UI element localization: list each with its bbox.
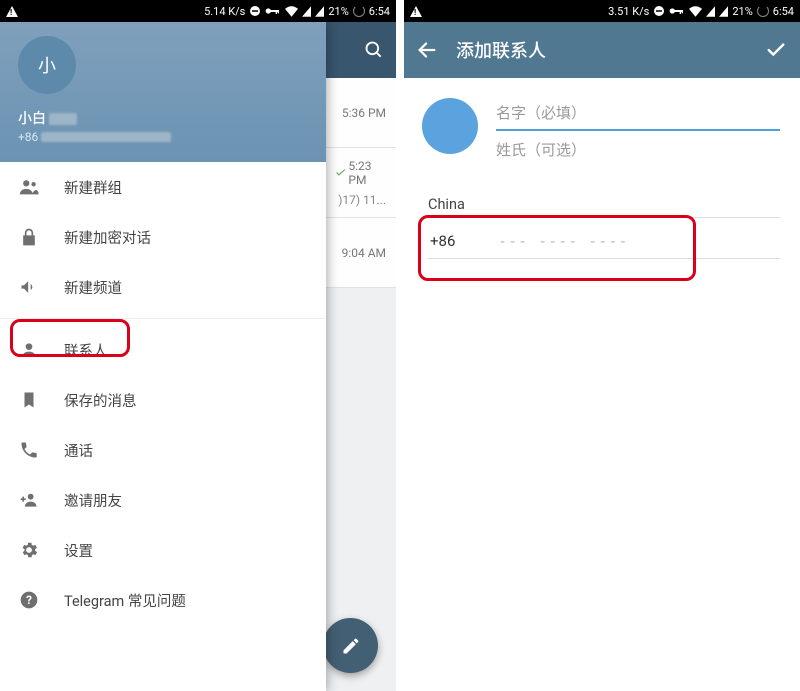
drawer-item-invite-friends[interactable]: 邀请朋友 xyxy=(0,475,326,525)
navigation-drawer: 小 小白 +86 新建群组 新建加密对话 xyxy=(0,22,326,691)
chat-row[interactable]: 5:36 PM xyxy=(326,78,396,148)
avatar-initial: 小 xyxy=(38,52,56,78)
back-arrow-icon[interactable] xyxy=(416,39,438,61)
dnd-icon xyxy=(653,5,665,17)
drawer-item-calls[interactable]: 通话 xyxy=(0,425,326,475)
add-contact-toolbar: 添加联系人 xyxy=(404,22,800,78)
drawer-item-saved-messages[interactable]: 保存的消息 xyxy=(0,375,326,425)
vpn-key-icon xyxy=(265,6,281,16)
status-bar: 3.51 K/s 21% 6:54 xyxy=(404,0,800,22)
country-value: China xyxy=(428,196,465,213)
compose-fab[interactable] xyxy=(323,618,378,673)
pencil-icon xyxy=(341,636,361,656)
drawer-item-label: 设置 xyxy=(64,540,93,561)
check-icon xyxy=(336,168,345,177)
drawer-username: 小白 xyxy=(18,111,46,127)
drawer-header: 小 小白 +86 xyxy=(0,22,326,162)
chat-list-toolbar xyxy=(326,22,396,78)
drawer-item-label: 保存的消息 xyxy=(64,390,137,411)
phone-number-field[interactable]: --- ---- ---- xyxy=(498,232,628,250)
megaphone-icon xyxy=(18,276,40,298)
drawer-item-label: Telegram 常见问题 xyxy=(64,590,186,611)
clock: 6:54 xyxy=(369,5,390,18)
drawer-item-contacts[interactable]: 联系人 xyxy=(0,325,326,375)
drawer-item-new-channel[interactable]: 新建频道 xyxy=(0,262,326,312)
drawer-item-label: 新建频道 xyxy=(64,277,122,298)
vpn-key-icon xyxy=(669,6,685,16)
chat-time: 9:04 AM xyxy=(342,246,386,260)
drawer-item-new-secret-chat[interactable]: 新建加密对话 xyxy=(0,212,326,262)
right-screen: 3.51 K/s 21% 6:54 添加联系人 名字（必填） xyxy=(404,0,800,691)
signal-icon xyxy=(302,6,311,17)
signal-icon-2 xyxy=(719,6,728,17)
drawer-item-label: 邀请朋友 xyxy=(64,490,122,511)
lock-icon xyxy=(18,226,40,248)
first-name-field[interactable]: 名字（必填） xyxy=(496,94,780,131)
drawer-item-label: 新建加密对话 xyxy=(64,227,151,248)
chat-preview: )17) 11... xyxy=(338,193,386,207)
warning-icon xyxy=(6,6,18,17)
status-bar: 5.14 K/s 21% 6:54 xyxy=(0,0,396,22)
drawer-list: 新建群组 新建加密对话 新建频道 联系人 保存的消息 xyxy=(0,162,326,691)
dial-code-field[interactable]: +86 xyxy=(430,232,474,250)
spinner-icon xyxy=(757,5,769,17)
chat-row[interactable]: 5:23 PM )17) 11... xyxy=(326,148,396,218)
person-add-icon xyxy=(18,489,40,511)
help-icon: ? xyxy=(18,589,40,611)
battery-pct: 21% xyxy=(328,5,348,18)
drawer-phone-prefix: +86 xyxy=(18,130,38,144)
confirm-check-icon[interactable] xyxy=(764,39,788,61)
drawer-item-new-group[interactable]: 新建群组 xyxy=(0,162,326,212)
drawer-item-label: 联系人 xyxy=(64,340,108,361)
signal-icon-2 xyxy=(315,6,324,17)
chat-row[interactable]: 9:04 AM xyxy=(326,218,396,288)
drawer-item-settings[interactable]: 设置 xyxy=(0,525,326,575)
wifi-icon xyxy=(285,6,298,17)
left-screen: 5.14 K/s 21% 6:54 5:36 PM 5:23 PM )17 xyxy=(0,0,396,691)
spinner-icon xyxy=(353,5,365,17)
net-speed: 5.14 K/s xyxy=(204,5,245,18)
drawer-item-label: 新建群组 xyxy=(64,177,122,198)
first-name-placeholder: 名字（必填） xyxy=(496,104,586,122)
bookmark-icon xyxy=(18,389,40,411)
clock: 6:54 xyxy=(773,5,794,18)
warning-icon xyxy=(410,6,422,17)
gear-icon xyxy=(18,539,40,561)
person-icon xyxy=(18,339,40,361)
phone-icon xyxy=(18,439,40,461)
wifi-icon xyxy=(689,6,702,17)
country-selector[interactable]: China xyxy=(428,196,780,218)
search-icon[interactable] xyxy=(364,40,384,60)
signal-icon xyxy=(706,6,715,17)
last-name-placeholder: 姓氏（可选） xyxy=(496,141,586,159)
group-icon xyxy=(18,176,40,198)
drawer-item-faq[interactable]: ? Telegram 常见问题 xyxy=(0,575,326,625)
avatar[interactable]: 小 xyxy=(18,36,76,94)
last-name-field[interactable]: 姓氏（可选） xyxy=(496,131,780,168)
chat-time: 5:23 PM xyxy=(348,159,386,187)
contact-avatar-placeholder xyxy=(422,98,478,154)
battery-pct: 21% xyxy=(732,5,752,18)
svg-text:?: ? xyxy=(26,593,32,607)
drawer-item-label: 通话 xyxy=(64,440,93,461)
chat-time: 5:36 PM xyxy=(342,106,386,120)
dnd-icon xyxy=(249,5,261,17)
net-speed: 3.51 K/s xyxy=(608,5,649,18)
page-title: 添加联系人 xyxy=(456,37,746,63)
